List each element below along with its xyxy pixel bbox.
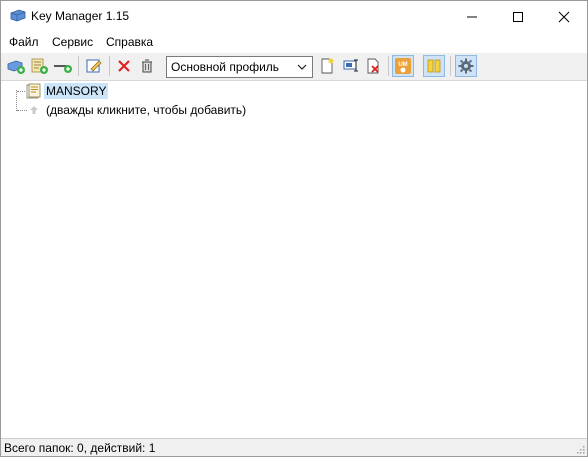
status-bar: Всего папок: 0, действий: 1: [1, 438, 587, 456]
new-profile-button[interactable]: [316, 55, 338, 77]
separator-line-icon: [54, 65, 72, 73]
maximize-button[interactable]: [495, 1, 541, 32]
um-button[interactable]: UM: [392, 55, 414, 77]
app-window: Key Manager 1.15 Файл Сервис Справка Осн…: [0, 0, 588, 457]
tree-connector: [17, 91, 25, 92]
delete-button[interactable]: [113, 55, 135, 77]
toolbar-separator: [388, 56, 389, 76]
new-key-button[interactable]: [5, 55, 27, 77]
close-icon: [558, 11, 570, 22]
new-profile-icon: [321, 58, 334, 74]
delete-profile-button[interactable]: [362, 55, 384, 77]
edit-button[interactable]: [83, 55, 105, 77]
trash-button[interactable]: [136, 55, 158, 77]
menu-bar: Файл Сервис Справка: [1, 32, 587, 52]
new-key-icon: [7, 60, 25, 74]
delete-profile-icon: [367, 58, 379, 74]
trash-icon: [142, 59, 152, 73]
tree-item-add-hint[interactable]: (дважды кликните, чтобы добавить): [46, 103, 246, 117]
rename-profile-icon: [343, 59, 358, 72]
columns-button[interactable]: [423, 55, 445, 77]
arrow-up-icon: [30, 106, 38, 114]
minimize-button[interactable]: [449, 1, 495, 32]
delete-icon: [118, 60, 130, 72]
folder-icon: [26, 83, 41, 99]
menu-service[interactable]: Сервис: [52, 35, 93, 49]
toolbar-separator: [78, 56, 79, 76]
add-separator-button[interactable]: [52, 55, 74, 77]
minimize-icon: [467, 16, 477, 17]
settings-gear-icon: [458, 58, 474, 74]
toolbar: Основной профиль UM: [1, 53, 587, 81]
columns-icon: [427, 59, 441, 73]
maximize-icon: [513, 11, 523, 22]
close-button[interactable]: [541, 1, 587, 32]
menu-file[interactable]: Файл: [9, 35, 39, 49]
tree-connector: [16, 90, 17, 111]
profile-select[interactable]: Основной профиль: [166, 56, 313, 78]
profile-select-value: Основной профиль: [171, 60, 280, 74]
rename-profile-button[interactable]: [340, 55, 362, 77]
svg-text:UM: UM: [398, 62, 407, 68]
edit-icon: [86, 59, 102, 73]
status-text: Всего папок: 0, действий: 1: [4, 441, 156, 455]
settings-button[interactable]: [455, 55, 477, 77]
new-folder-button[interactable]: [28, 55, 50, 77]
menu-help[interactable]: Справка: [106, 35, 153, 49]
tree-view[interactable]: MANSORY (дважды кликните, чтобы добавить…: [1, 81, 587, 438]
new-folder-icon: [31, 58, 48, 74]
toolbar-separator: [109, 56, 110, 76]
resize-grip-icon[interactable]: [575, 444, 585, 454]
toolbar-separator: [450, 56, 451, 76]
tree-item-folder[interactable]: MANSORY: [44, 83, 109, 99]
tree-connector: [17, 110, 27, 111]
title-bar[interactable]: Key Manager 1.15: [1, 1, 587, 32]
window-title: Key Manager 1.15: [31, 9, 130, 23]
um-logo-icon: UM: [395, 58, 411, 74]
app-key-icon: [10, 9, 26, 22]
chevron-down-icon: [297, 64, 307, 70]
